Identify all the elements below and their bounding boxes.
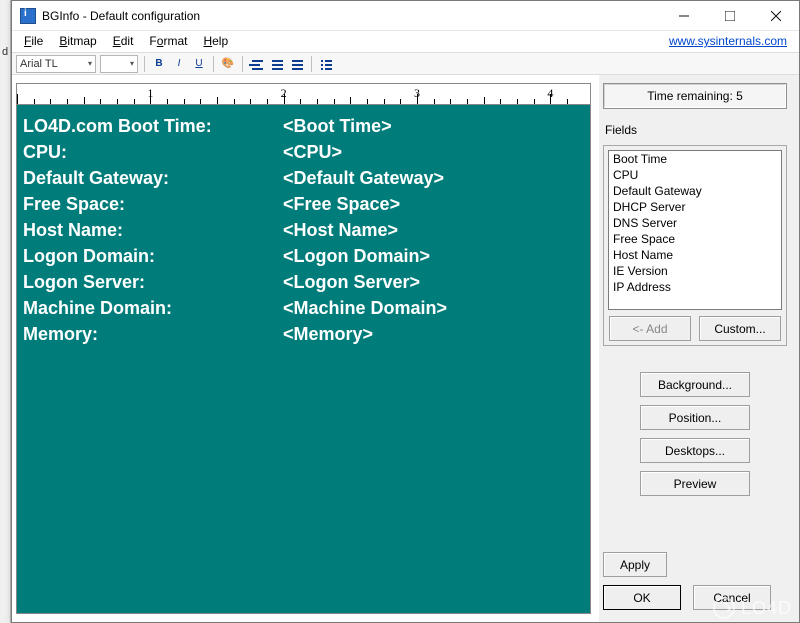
editor-row[interactable]: LO4D.com Boot Time:<Boot Time> [23, 113, 584, 139]
time-remaining-text: Time remaining: 5 [647, 89, 743, 103]
editor-row-label: Logon Domain: [23, 243, 283, 269]
sysinternals-link[interactable]: www.sysinternals.com [669, 31, 795, 52]
custom-button[interactable]: Custom... [699, 316, 781, 341]
time-remaining: Time remaining: 5 [603, 83, 787, 109]
editor-row-label: Memory: [23, 321, 283, 347]
ok-button[interactable]: OK [603, 585, 681, 610]
font-name-value: Arial TL [20, 58, 58, 70]
align-left-button[interactable] [249, 56, 265, 72]
add-button[interactable]: <- Add [609, 316, 691, 341]
editor-row-label: Host Name: [23, 217, 283, 243]
fields-list-item[interactable]: Host Name [609, 247, 781, 263]
fields-list-item[interactable]: Boot Time [609, 151, 781, 167]
menubar: File Bitmap Edit Format Help www.sysinte… [12, 31, 799, 53]
fields-frame: Boot TimeCPUDefault GatewayDHCP ServerDN… [603, 145, 787, 346]
editor-row-label: Machine Domain: [23, 295, 283, 321]
fields-list-item[interactable]: IP Address [609, 279, 781, 295]
font-size-combo[interactable]: ▾ [100, 55, 138, 73]
separator [144, 56, 145, 72]
underline-button[interactable]: U [191, 56, 207, 72]
italic-button[interactable]: I [171, 56, 187, 72]
close-button[interactable] [753, 1, 799, 31]
minimize-button[interactable] [661, 1, 707, 31]
desktops-button[interactable]: Desktops... [640, 438, 750, 463]
position-button[interactable]: Position... [640, 405, 750, 430]
editor-row-value: <Default Gateway> [283, 165, 444, 191]
editor-row[interactable]: Host Name:<Host Name> [23, 217, 584, 243]
editor-row-value: <Machine Domain> [283, 295, 447, 321]
editor-row[interactable]: Logon Server:<Logon Server> [23, 269, 584, 295]
ruler[interactable]: 1234 [16, 83, 591, 105]
text-editor[interactable]: LO4D.com Boot Time:<Boot Time>CPU:<CPU>D… [16, 105, 591, 614]
titlebar[interactable]: BGInfo - Default configuration [12, 1, 799, 31]
bullet-list-button[interactable] [318, 56, 334, 72]
editor-row-label: Default Gateway: [23, 165, 283, 191]
align-center-button[interactable] [269, 56, 285, 72]
truncated-left-panel: d [0, 0, 11, 623]
app-window: BGInfo - Default configuration File Bitm… [11, 0, 800, 623]
separator [242, 56, 243, 72]
editor-row-label: Free Space: [23, 191, 283, 217]
editor-row-label: Logon Server: [23, 269, 283, 295]
side-panel: Time remaining: 5 Fields Boot TimeCPUDef… [599, 75, 799, 622]
menu-bitmap[interactable]: Bitmap [51, 31, 104, 52]
fields-list-item[interactable]: DNS Server [609, 215, 781, 231]
window-controls [661, 1, 799, 31]
menu-file[interactable]: File [16, 31, 51, 52]
menu-help[interactable]: Help [195, 31, 236, 52]
app-icon [20, 8, 36, 24]
align-right-button[interactable] [289, 56, 305, 72]
preview-button[interactable]: Preview [640, 471, 750, 496]
fields-label: Fields [605, 123, 787, 137]
menu-edit[interactable]: Edit [105, 31, 142, 52]
fields-listbox[interactable]: Boot TimeCPUDefault GatewayDHCP ServerDN… [608, 150, 782, 310]
fields-list-item[interactable]: IE Version [609, 263, 781, 279]
editor-row-value: <Host Name> [283, 217, 398, 243]
bold-button[interactable]: B [151, 56, 167, 72]
editor-row[interactable]: Machine Domain:<Machine Domain> [23, 295, 584, 321]
separator [311, 56, 312, 72]
editor-pane: 1234 LO4D.com Boot Time:<Boot Time>CPU:<… [12, 75, 599, 622]
apply-button[interactable]: Apply [603, 552, 667, 577]
fields-list-item[interactable]: DHCP Server [609, 199, 781, 215]
chevron-down-icon: ▾ [88, 59, 92, 68]
editor-row-value: <Boot Time> [283, 113, 392, 139]
fields-list-item[interactable]: Default Gateway [609, 183, 781, 199]
editor-row-label: CPU: [23, 139, 283, 165]
chevron-down-icon: ▾ [130, 59, 134, 68]
editor-row-value: <Logon Domain> [283, 243, 430, 269]
fields-list-item[interactable]: Free Space [609, 231, 781, 247]
separator [213, 56, 214, 72]
font-name-combo[interactable]: Arial TL ▾ [16, 55, 96, 73]
editor-row-value: <Free Space> [283, 191, 400, 217]
editor-row-value: <Logon Server> [283, 269, 420, 295]
editor-row[interactable]: Default Gateway:<Default Gateway> [23, 165, 584, 191]
editor-row[interactable]: Logon Domain:<Logon Domain> [23, 243, 584, 269]
fields-list-item[interactable]: CPU [609, 167, 781, 183]
maximize-button[interactable] [707, 1, 753, 31]
menu-format[interactable]: Format [141, 31, 195, 52]
editor-row-value: <Memory> [283, 321, 373, 347]
text-color-button[interactable]: 🎨 [220, 56, 236, 72]
toolbar: Arial TL ▾ ▾ B I U 🎨 [12, 53, 799, 75]
background-button[interactable]: Background... [640, 372, 750, 397]
editor-row[interactable]: Memory:<Memory> [23, 321, 584, 347]
editor-row-value: <CPU> [283, 139, 342, 165]
editor-row[interactable]: Free Space:<Free Space> [23, 191, 584, 217]
editor-row-label: LO4D.com Boot Time: [23, 113, 283, 139]
window-title: BGInfo - Default configuration [42, 9, 200, 23]
cancel-button[interactable]: Cancel [693, 585, 771, 610]
editor-row[interactable]: CPU:<CPU> [23, 139, 584, 165]
